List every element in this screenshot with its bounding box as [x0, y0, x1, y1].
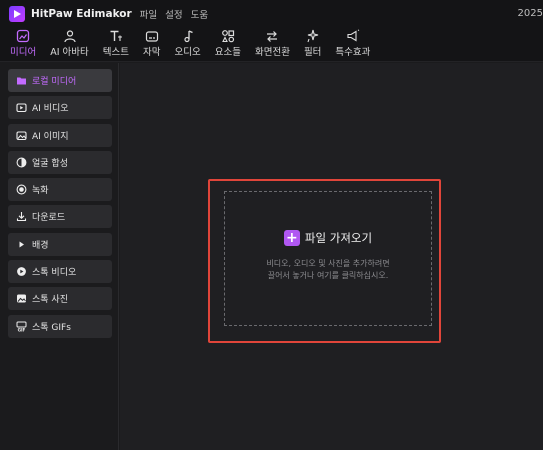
sidebar-item-label: 로컬 미디어 [32, 77, 77, 87]
filter-sparkle-icon [305, 28, 321, 43]
tab-elements-label: 요소들 [214, 47, 241, 58]
tab-audio[interactable]: 오디오 [175, 28, 201, 61]
sidebar-item-label: 스톡 비디오 [32, 268, 77, 279]
menu-item-settings[interactable]: 설정 [165, 7, 182, 21]
text-icon [108, 28, 124, 43]
menu-item-help[interactable]: 도움 [191, 7, 208, 21]
sidebar-item-ai-image[interactable]: AI 이미지 [8, 123, 112, 147]
sidebar-item-ai-video[interactable]: AI 비디오 [8, 96, 112, 120]
dropzone-hint-line1: 비디오, 오디오 및 사진을 추가하려면 [266, 259, 390, 268]
sidebar-item-label: 녹화 [32, 186, 49, 197]
import-dropzone[interactable]: + 파일 가져오기 비디오, 오디오 및 사진을 추가하려면 끌어서 놓거나 여… [224, 191, 432, 326]
avatar-icon [62, 28, 78, 43]
sidebar-item-label: 배경 [32, 240, 49, 251]
tab-ai-avatar[interactable]: AI 아바타 [50, 28, 89, 61]
tab-effects[interactable]: 특수효과 [335, 28, 370, 61]
app-title: HitPaw Edimakor [31, 8, 132, 20]
download-icon [15, 211, 27, 223]
svg-text:GIF: GIF [17, 327, 25, 332]
sidebar-item-label: AI 이미지 [32, 131, 69, 142]
tab-filter-label: 필터 [303, 47, 322, 58]
tab-filter[interactable]: 필터 [304, 28, 321, 61]
sidebar-item-record[interactable]: 녹화 [8, 178, 112, 202]
menu-bar: 파일 설정 도움 [140, 7, 216, 21]
sidebar-item-download[interactable]: 다운로드 [8, 205, 112, 229]
ai-image-icon [15, 129, 27, 141]
tab-transition-label: 화면전환 [254, 47, 290, 58]
dropzone-hint: 비디오, 오디오 및 사진을 추가하려면 끌어서 놓거나 여기를 클릭하십시오. [225, 258, 431, 282]
tab-effects-label: 특수효과 [335, 47, 371, 58]
media-library-panel: + 파일 가져오기 비디오, 오디오 및 사진을 추가하려면 끌어서 놓거나 여… [120, 63, 543, 450]
title-bar: HitPaw Edimakor 파일 설정 도움 2025 [0, 0, 543, 28]
stock-photo-icon [15, 293, 27, 305]
sidebar-item-label: 스톡 사진 [32, 295, 68, 306]
tab-text-label: 텍스트 [102, 47, 130, 58]
sidebar-item-local-media[interactable]: 로컬 미디어 [8, 69, 112, 92]
sidebar-item-label: 얼굴 합성 [32, 158, 68, 169]
face-swap-icon [15, 156, 27, 168]
tab-subtitle[interactable]: 자막 [143, 28, 161, 61]
stock-video-icon [15, 266, 27, 278]
tab-elements[interactable]: 요소들 [215, 28, 241, 61]
record-icon [15, 184, 27, 196]
gif-icon: GIF [15, 320, 27, 332]
sidebar-item-face-swap[interactable]: 얼굴 합성 [8, 150, 112, 174]
year-label: 2025 [517, 8, 543, 19]
dropzone-hint-line2: 끌어서 놓거나 여기를 클릭하십시오. [267, 271, 389, 280]
tab-transition[interactable]: 화면전환 [255, 28, 290, 61]
transition-arrows-icon [264, 28, 280, 43]
ai-video-icon [15, 102, 27, 114]
effects-megaphone-icon [345, 28, 361, 43]
tab-text[interactable]: 텍스트 [103, 28, 129, 61]
play-triangle-icon [15, 238, 27, 250]
elements-icon [220, 28, 236, 43]
tab-media[interactable]: 미디어 [10, 28, 36, 61]
sidebar-item-background[interactable]: 배경 [8, 232, 112, 256]
tab-ai-avatar-label: AI 아바타 [50, 47, 89, 58]
sidebar-item-stock-video[interactable]: 스톡 비디오 [8, 260, 112, 284]
sidebar-item-label: AI 비디오 [32, 104, 69, 115]
app-logo-icon [9, 6, 25, 22]
import-label: 파일 가져오기 [304, 231, 373, 245]
tab-media-label: 미디어 [10, 47, 37, 58]
media-sidebar: 로컬 미디어 AI 비디오 AI 이미지 얼굴 합성 녹화 다운로드 배경 스톡… [0, 63, 119, 450]
media-icon [15, 28, 31, 43]
subtitle-icon [144, 28, 160, 43]
tab-subtitle-label: 자막 [143, 47, 161, 58]
sidebar-item-label: 스톡 GIFs [32, 322, 71, 333]
folder-icon [15, 75, 27, 87]
menu-item-file[interactable]: 파일 [140, 7, 157, 21]
music-note-icon [180, 28, 196, 43]
plus-icon: + [283, 230, 300, 246]
tab-audio-label: 오디오 [174, 47, 201, 58]
sidebar-item-stock-photo[interactable]: 스톡 사진 [8, 287, 112, 311]
sidebar-item-stock-gifs[interactable]: GIF 스톡 GIFs [8, 314, 112, 338]
import-button[interactable]: + 파일 가져오기 [225, 230, 431, 246]
main-toolbar: 미디어 AI 아바타 텍스트 자막 오디오 요소들 화면전환 필터 특수효과 [0, 28, 543, 62]
sidebar-item-label: 다운로드 [32, 213, 66, 224]
